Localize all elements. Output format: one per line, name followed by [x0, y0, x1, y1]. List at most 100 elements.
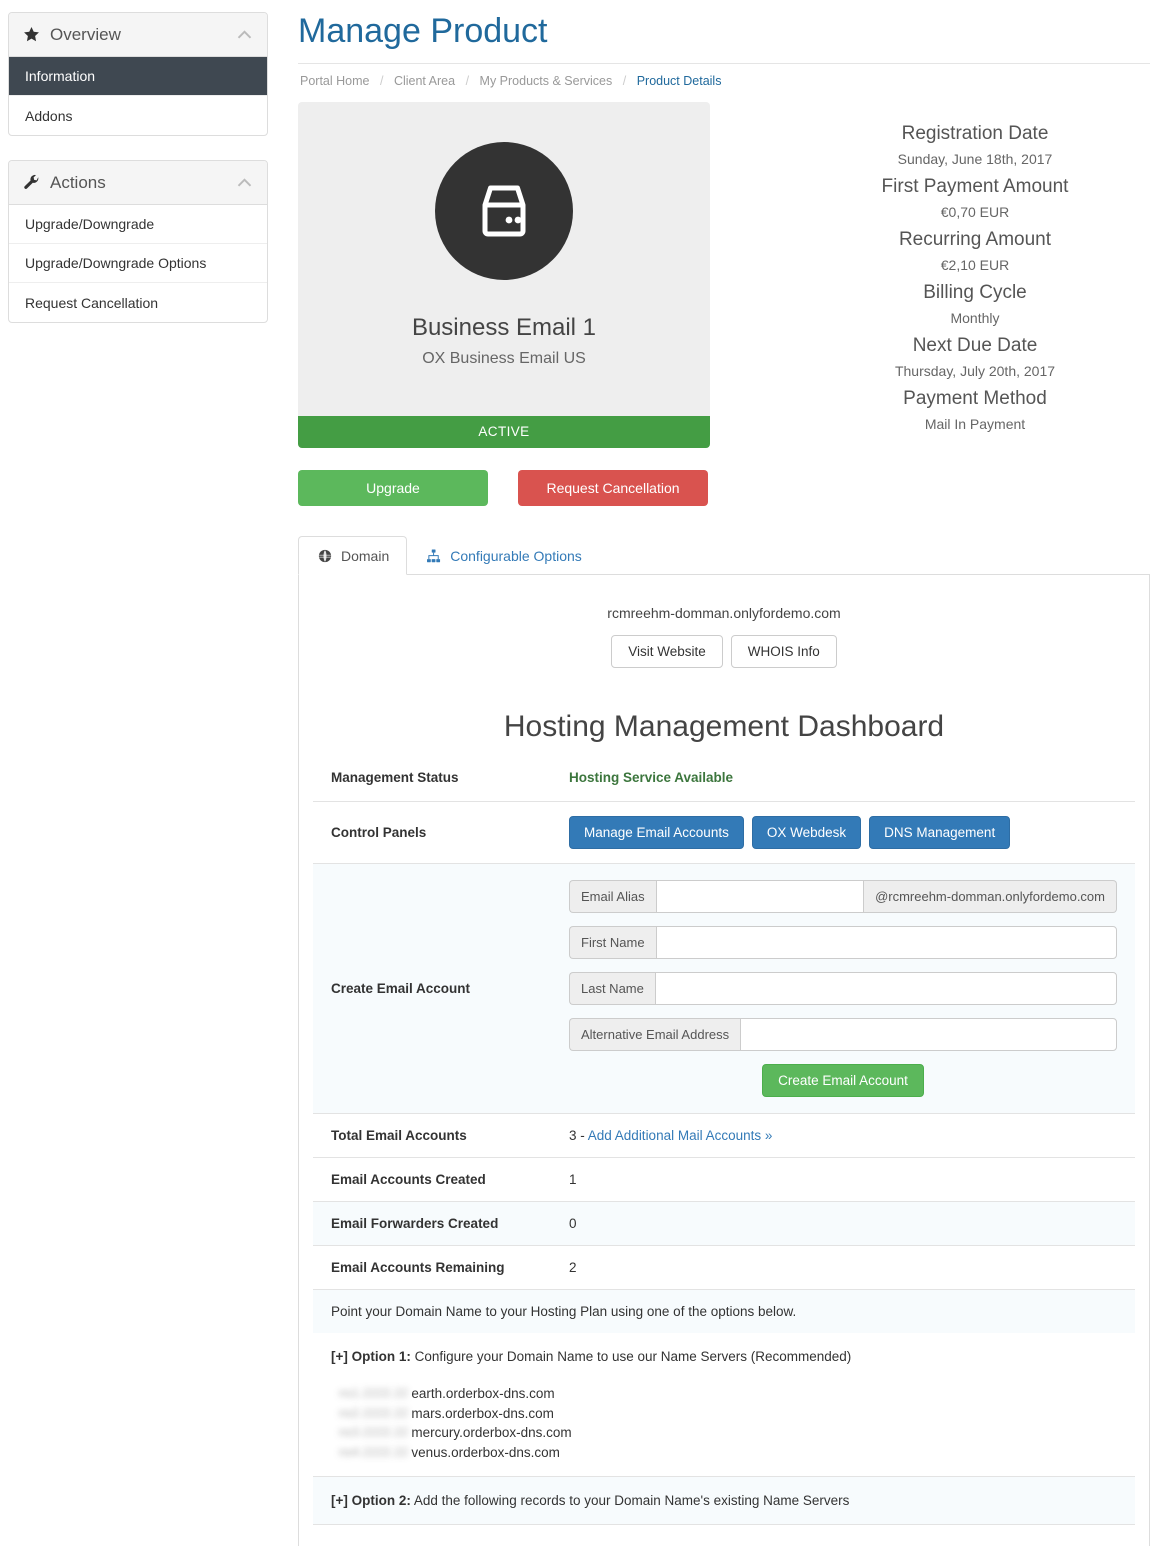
tab-label: Domain [341, 547, 390, 564]
control-panels-row: Control Panels Manage Email Accounts OX … [313, 801, 1135, 863]
stat-value: 1 [569, 1172, 577, 1187]
product-card-column: Business Email 1 OX Business Email US AC… [298, 102, 710, 506]
ox-webdesk-button[interactable]: OX Webdesk [751, 816, 862, 849]
management-status-row: Management Status Hosting Service Availa… [313, 770, 1135, 801]
stat-row-email-accounts-created: Email Accounts Created 1 [313, 1157, 1135, 1201]
nameserver-item: ns2.2222.22 mars.orderbox-dns.com [339, 1404, 1117, 1424]
dns-management-button[interactable]: DNS Management [869, 816, 1011, 849]
add-additional-mail-accounts-link[interactable]: Add Additional Mail Accounts » [588, 1128, 773, 1143]
actions-panel-header[interactable]: Actions [9, 161, 267, 205]
detail-label-first-payment-amount: First Payment Amount [881, 176, 1069, 197]
product-card: Business Email 1 OX Business Email US [298, 102, 710, 416]
breadcrumb-item-portal-home[interactable]: Portal Home [300, 74, 369, 88]
detail-value-billing-cycle: Monthly [950, 310, 1000, 326]
nameserver-host: earth.orderbox-dns.com [411, 1386, 555, 1401]
detail-value-next-due-date: Thursday, July 20th, 2017 [894, 363, 1056, 379]
tab-panel-domain: rcmreehm-domman.onlyfordemo.com Visit We… [298, 575, 1150, 1546]
stat-value: 2 [569, 1260, 577, 1275]
product-details-column: Registration Date Sunday, June 18th, 201… [710, 102, 1150, 506]
breadcrumb-item-client-area[interactable]: Client Area [394, 74, 455, 88]
last-name-input[interactable] [654, 972, 1117, 1005]
option-1-prefix: [+] Option 1: [331, 1349, 411, 1364]
alternative-email-group: Alternative Email Address [569, 1018, 1117, 1051]
point-domain-note: Point your Domain Name to your Hosting P… [313, 1289, 1135, 1333]
detail-label-billing-cycle: Billing Cycle [923, 282, 1027, 303]
upgrade-button[interactable]: Upgrade [298, 470, 488, 506]
product-action-buttons: Upgrade Request Cancellation [298, 470, 710, 506]
detail-label-registration-date: Registration Date [901, 123, 1049, 144]
create-email-submit-wrap: Create Email Account [569, 1064, 1117, 1097]
alternative-email-input[interactable] [740, 1018, 1117, 1051]
create-email-account-button[interactable]: Create Email Account [762, 1064, 924, 1097]
nameserver-redacted-prefix: ns1.2222.22 [339, 1386, 409, 1401]
breadcrumb-separator: / [379, 74, 384, 88]
sidebar-item-addons[interactable]: Addons [9, 96, 267, 135]
main-content: Manage Product Portal Home / Client Area… [298, 0, 1150, 1546]
page-root: Overview Information Addons Actions Upgr… [0, 0, 1157, 1546]
whois-info-button[interactable]: WHOIS Info [730, 635, 837, 668]
option-2-text: Add the following records to your Domain… [410, 1493, 850, 1509]
chevron-up-icon[interactable] [236, 173, 253, 193]
email-alias-input[interactable] [655, 880, 865, 913]
page-title: Manage Product [298, 12, 548, 50]
sidebar-item-label: Upgrade/Downgrade Options [25, 255, 207, 271]
tab-label: Configurable Options [450, 547, 582, 564]
breadcrumb-separator: / [465, 74, 470, 88]
nameserver-redacted-prefix: ns2.2222.22 [339, 1405, 409, 1420]
nameserver-redacted-prefix: ns3.2222.22 [339, 1425, 409, 1440]
sidebar-item-information[interactable]: Information [9, 57, 267, 96]
status-badge: ACTIVE [298, 416, 710, 448]
nameserver-item: ns1.2222.22 earth.orderbox-dns.com [339, 1384, 1117, 1404]
sidebar-item-request-cancellation[interactable]: Request Cancellation [9, 283, 267, 322]
option-1-row[interactable]: [+] Option 1: Configure your Domain Name… [313, 1333, 1135, 1380]
chevron-up-icon[interactable] [236, 25, 253, 45]
nameserver-host: mercury.orderbox-dns.com [411, 1425, 572, 1441]
stat-label: Email Accounts Remaining [331, 1260, 505, 1275]
nameserver-list: ns1.2222.22 earth.orderbox-dns.com ns2.2… [313, 1380, 1135, 1476]
request-cancellation-button[interactable]: Request Cancellation [518, 470, 708, 506]
control-panels-label: Control Panels [331, 825, 427, 840]
dashboard-grid: Management Status Hosting Service Availa… [299, 770, 1149, 1526]
email-domain-suffix-addon: @rcmreehm-domman.onlyfordemo.com [864, 880, 1117, 913]
breadcrumb-item-my-products-services[interactable]: My Products & Services [480, 74, 613, 88]
create-email-account-row: Create Email Account Email Alias @rcmree… [313, 863, 1135, 1113]
option-2-prefix: [+] Option 2: [331, 1493, 411, 1509]
product-name: Business Email 1 [411, 314, 597, 341]
detail-value-first-payment-amount: €0,70 EUR [940, 204, 1010, 220]
stat-count: 3 - [569, 1128, 588, 1143]
detail-value-recurring-amount: €2,10 EUR [940, 257, 1010, 273]
breadcrumb-item-product-details: Product Details [636, 74, 722, 88]
wrench-icon [23, 174, 40, 191]
email-alias-group: Email Alias @rcmreehm-domman.onlyfordemo… [569, 880, 1117, 913]
create-email-account-form: Email Alias @rcmreehm-domman.onlyfordemo… [569, 880, 1117, 1097]
detail-label-next-due-date: Next Due Date [912, 335, 1038, 356]
tab-configurable-options[interactable]: Configurable Options [407, 536, 600, 575]
detail-value-registration-date: Sunday, June 18th, 2017 [897, 151, 1053, 167]
stat-label: Email Accounts Created [331, 1172, 486, 1187]
control-panel-buttons: Manage Email Accounts OX Webdesk DNS Man… [569, 816, 1011, 849]
tab-domain[interactable]: Domain [298, 536, 408, 575]
sidebar-item-upgrade-downgrade[interactable]: Upgrade/Downgrade [9, 205, 267, 244]
product-subtitle: OX Business Email US [422, 350, 586, 367]
server-icon [435, 142, 573, 280]
management-status-label: Management Status [331, 770, 459, 785]
manage-email-accounts-button[interactable]: Manage Email Accounts [569, 816, 744, 849]
overview-panel-header[interactable]: Overview [9, 13, 267, 57]
actions-panel-title: Actions [50, 172, 106, 192]
sidebar: Overview Information Addons Actions Upgr… [8, 12, 268, 347]
visit-website-button[interactable]: Visit Website [611, 635, 723, 668]
stat-row-email-forwarders-created: Email Forwarders Created 0 [313, 1201, 1135, 1245]
sidebar-item-upgrade-downgrade-options[interactable]: Upgrade/Downgrade Options [9, 244, 267, 283]
sitemap-icon [425, 547, 442, 564]
email-alias-addon: Email Alias [569, 880, 656, 913]
sidebar-item-label: Request Cancellation [25, 294, 159, 311]
option-2-row[interactable]: [+] Option 2: Add the following records … [313, 1476, 1135, 1526]
tabs-section: Domain Configurable Options rcmreehm-dom… [298, 536, 1150, 1546]
create-email-account-label: Create Email Account [331, 981, 471, 996]
actions-panel: Actions Upgrade/Downgrade Upgrade/Downgr… [8, 160, 268, 323]
tab-list: Domain Configurable Options [298, 536, 1150, 575]
first-name-input[interactable] [655, 926, 1117, 959]
dashboard-title: Hosting Management Dashboard [503, 710, 945, 743]
first-name-group: First Name [569, 926, 1117, 959]
detail-label-payment-method: Payment Method [903, 388, 1047, 409]
